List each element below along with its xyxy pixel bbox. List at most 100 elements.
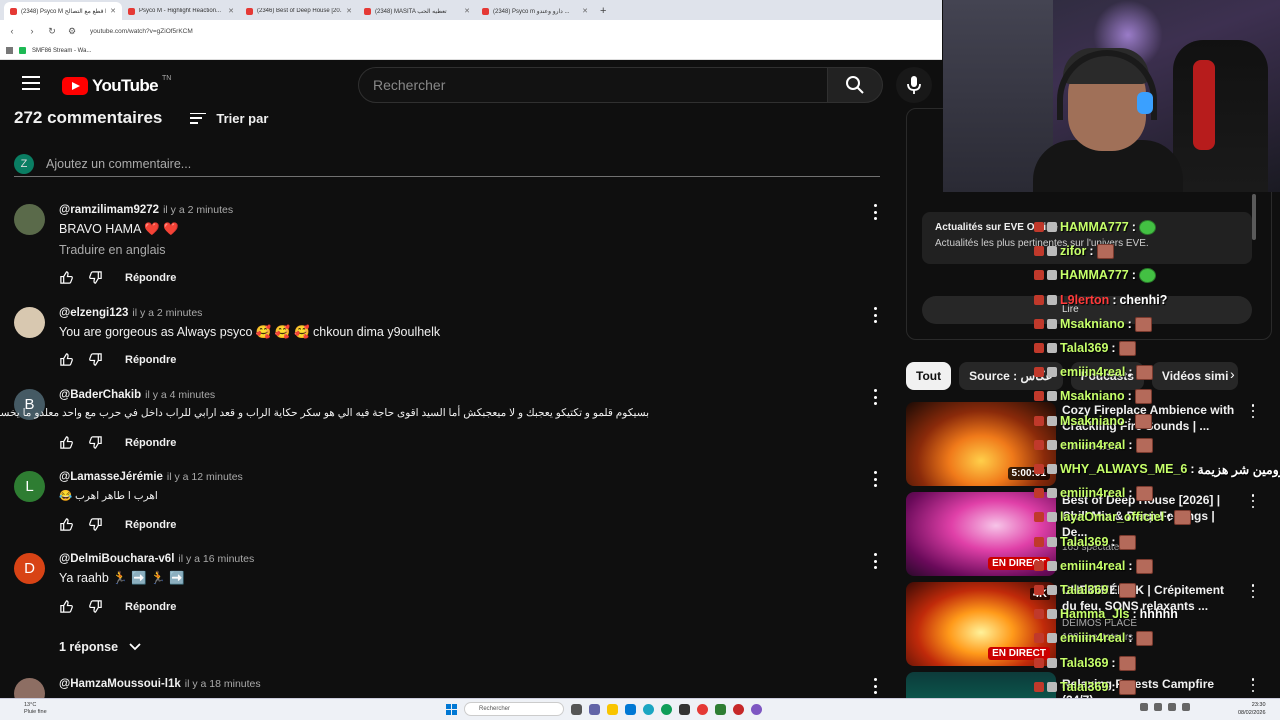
close-tab-icon[interactable]: ✕ xyxy=(110,7,116,15)
reply-button[interactable]: Répondre xyxy=(125,354,176,366)
chat-username: emiiin4real xyxy=(1060,365,1126,379)
app-icon[interactable] xyxy=(715,703,726,715)
close-tab-icon[interactable]: ✕ xyxy=(464,7,470,15)
clock[interactable]: 23:30 08/02/2026 xyxy=(1238,701,1266,717)
file-explorer-icon[interactable] xyxy=(607,703,618,715)
comment-time[interactable]: il y a 16 minutes xyxy=(178,553,254,565)
chrome-icon[interactable] xyxy=(661,703,672,715)
close-tab-icon[interactable]: ✕ xyxy=(346,7,352,15)
reply-button[interactable]: Répondre xyxy=(125,601,176,613)
browser-tab-1[interactable]: (2348) Psyco M قطع مع التصالح Ro... ✕ xyxy=(4,2,122,20)
chat-emote-icon xyxy=(1118,582,1136,598)
search-input[interactable]: Rechercher xyxy=(358,67,828,103)
comment-author[interactable]: @ramzilimam9272 xyxy=(59,204,159,216)
comment-author[interactable]: @HamzaMoussoui-l1k xyxy=(59,678,181,690)
avatar[interactable]: L xyxy=(14,471,45,502)
like-icon[interactable] xyxy=(59,517,74,532)
task-view-icon[interactable] xyxy=(571,703,582,715)
browser-tab-3[interactable]: (2346) Best of Deep House [20... ✕ xyxy=(240,2,358,20)
more-options-icon[interactable] xyxy=(870,389,880,405)
comment-time[interactable]: il y a 2 minutes xyxy=(163,204,233,216)
search-button[interactable] xyxy=(827,67,883,103)
app-icon[interactable] xyxy=(733,703,744,715)
comment-author[interactable]: @BaderChakib xyxy=(59,389,141,401)
chip-similar[interactable]: Vidéos simi xyxy=(1151,362,1239,390)
windows-start-icon[interactable] xyxy=(446,703,457,715)
chat-emote-icon xyxy=(1134,316,1152,332)
reload-icon[interactable]: ↻ xyxy=(46,26,58,37)
browser-tab-2[interactable]: Psyco M - Highlight Reaction... ✕ xyxy=(122,2,240,20)
more-options-icon[interactable] xyxy=(1250,404,1256,418)
dislike-icon[interactable] xyxy=(88,435,103,450)
translate-link[interactable]: Traduire en anglais xyxy=(59,243,859,257)
like-icon[interactable] xyxy=(59,352,74,367)
like-icon[interactable] xyxy=(59,599,74,614)
bookmark-item[interactable]: SMF86 Stream - Wa... xyxy=(32,48,91,54)
browser-tab-4[interactable]: (2348) MASITA تعطيه الحب ✕ xyxy=(358,2,476,20)
app-icon[interactable] xyxy=(679,703,690,715)
teams-icon[interactable] xyxy=(589,703,600,715)
site-info-icon[interactable]: ⚙ xyxy=(66,26,78,37)
more-options-icon[interactable] xyxy=(870,553,880,569)
reply-button[interactable]: Répondre xyxy=(125,437,176,449)
browser-tab-5[interactable]: (2348) Psyco m دارو وعندو ... ✕ xyxy=(476,2,594,20)
app-icon[interactable] xyxy=(697,703,708,715)
more-options-icon[interactable] xyxy=(1250,678,1256,692)
reply-button[interactable]: Répondre xyxy=(125,519,176,531)
menu-icon[interactable] xyxy=(22,76,40,90)
network-icon[interactable] xyxy=(1154,703,1162,711)
chevron-right-icon[interactable]: › xyxy=(1230,366,1235,382)
comment-time[interactable]: il y a 4 minutes xyxy=(145,389,215,401)
taskbar-search[interactable]: Rechercher xyxy=(464,702,564,716)
chat-emote-icon xyxy=(1135,437,1153,453)
like-icon[interactable] xyxy=(59,435,74,450)
avatar[interactable] xyxy=(14,307,45,338)
more-options-icon[interactable] xyxy=(1250,584,1256,598)
comment-author[interactable]: @DelmiBouchara-v6l xyxy=(59,553,174,565)
close-tab-icon[interactable]: ✕ xyxy=(228,7,234,15)
app-icon[interactable] xyxy=(751,703,762,715)
more-options-icon[interactable] xyxy=(870,307,880,323)
chat-message: emiiin4real : xyxy=(1034,555,1153,577)
add-comment-field[interactable]: Z Ajoutez un commentaire... xyxy=(14,151,880,177)
volume-icon[interactable] xyxy=(1168,703,1176,711)
comment-author[interactable]: @LamasseJérémie xyxy=(59,471,163,483)
apps-grid-icon[interactable] xyxy=(6,47,13,54)
dislike-icon[interactable] xyxy=(88,599,103,614)
weather-widget[interactable]: 13°C Pluie fine xyxy=(24,702,47,716)
sort-button[interactable]: Trier par xyxy=(190,111,268,126)
voice-search-button[interactable] xyxy=(896,67,932,103)
comment-time[interactable]: il y a 2 minutes xyxy=(132,307,202,319)
show-replies-button[interactable]: 1 réponse xyxy=(59,640,142,654)
like-icon[interactable] xyxy=(59,270,74,285)
more-options-icon[interactable] xyxy=(870,471,880,487)
dislike-icon[interactable] xyxy=(88,352,103,367)
panel-scrollbar[interactable] xyxy=(1252,194,1256,240)
chat-message: Talal369 : xyxy=(1034,652,1136,674)
battery-icon[interactable] xyxy=(1182,703,1190,711)
store-icon[interactable] xyxy=(625,703,636,715)
avatar[interactable]: D xyxy=(14,553,45,584)
dislike-icon[interactable] xyxy=(88,517,103,532)
comment-author[interactable]: @elzengi123 xyxy=(59,307,128,319)
url-field[interactable]: youtube.com/watch?v=gZiOf5rKCM xyxy=(90,28,193,35)
edge-icon[interactable] xyxy=(643,703,654,715)
youtube-logo[interactable]: YouTube TN xyxy=(62,75,171,96)
address-bar: ‹ › ↻ ⚙ youtube.com/watch?v=gZiOf5rKCM xyxy=(0,20,942,42)
back-arrow-icon[interactable]: ‹ xyxy=(6,26,18,36)
comment-time[interactable]: il y a 18 minutes xyxy=(185,678,261,690)
dislike-icon[interactable] xyxy=(88,270,103,285)
chip-all[interactable]: Tout xyxy=(906,362,952,390)
avatar[interactable] xyxy=(14,204,45,235)
chat-separator: : xyxy=(1167,510,1172,524)
more-options-icon[interactable] xyxy=(870,204,880,220)
more-options-icon[interactable] xyxy=(1250,494,1256,508)
forward-arrow-icon[interactable]: › xyxy=(26,26,38,36)
new-tab-button[interactable]: + xyxy=(594,2,612,20)
more-options-icon[interactable] xyxy=(870,678,880,694)
comment-time[interactable]: il y a 12 minutes xyxy=(167,471,243,483)
reply-button[interactable]: Répondre xyxy=(125,272,176,284)
chat-separator: : xyxy=(1111,583,1116,597)
close-tab-icon[interactable]: ✕ xyxy=(582,7,588,15)
chevron-up-icon[interactable] xyxy=(1140,703,1148,711)
